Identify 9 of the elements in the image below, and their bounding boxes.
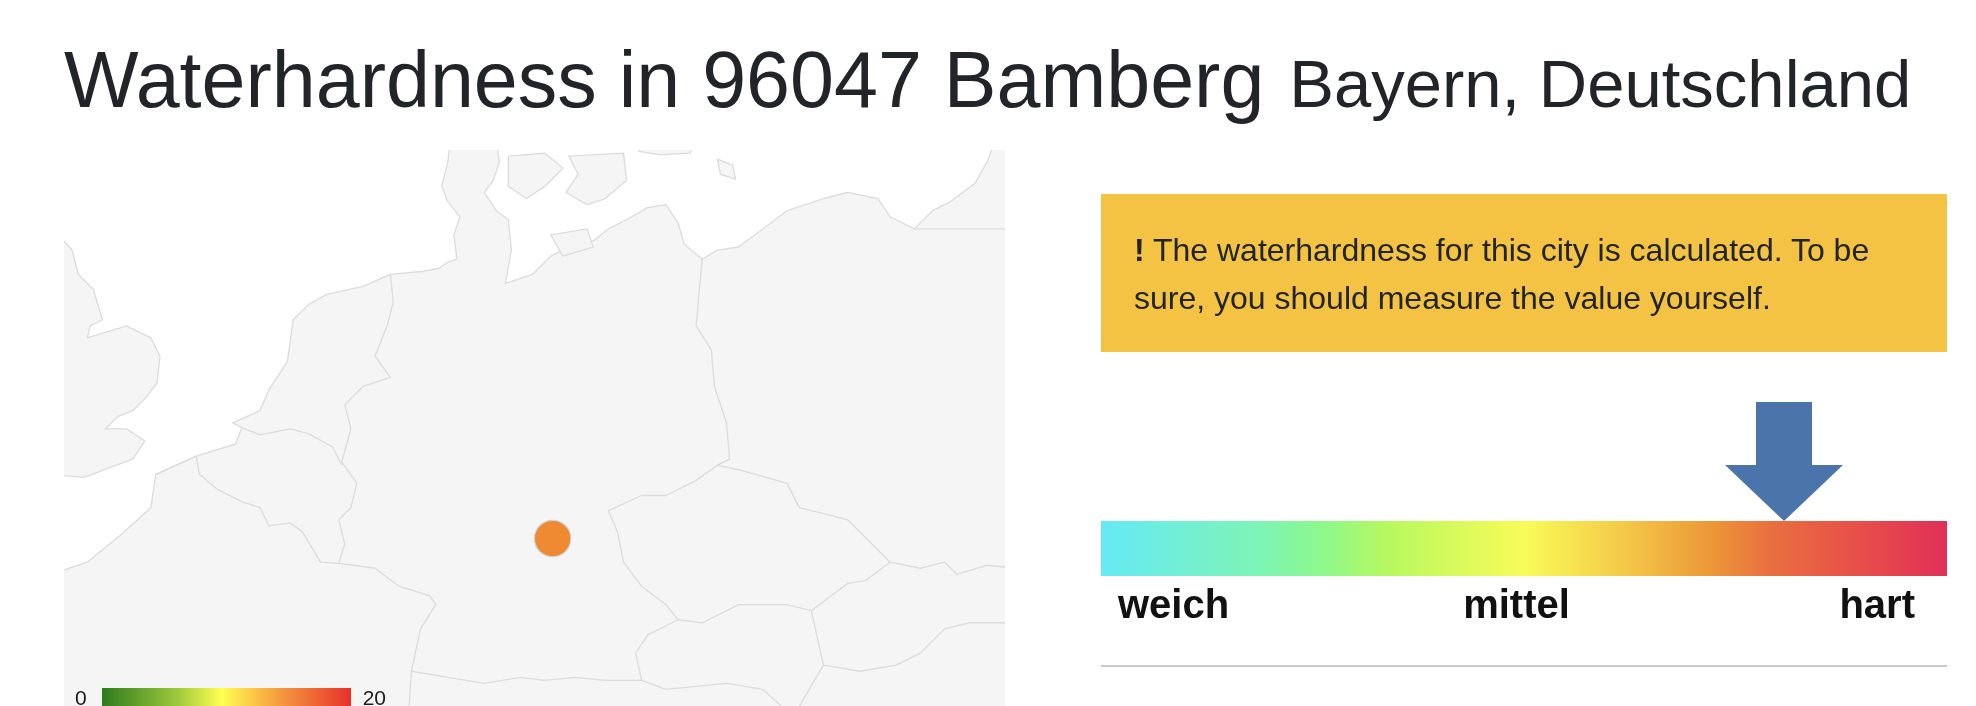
- alert-text: ! The waterhardness for this city is calculated. To be sure, you should measure the value yourself.: [1134, 231, 1871, 318]
- legend-min-value: 0: [75, 686, 87, 706]
- scale-label: weich: [1118, 581, 1230, 627]
- scale-label: hart: [1839, 581, 1915, 627]
- scale-label: mittel: [1463, 581, 1570, 627]
- location-dot-icon[interactable]: [533, 519, 572, 558]
- page-subtitle: Bayern, Deutschland: [1289, 46, 1912, 121]
- page-title: Waterhardness in 96047 Bamberg: [64, 35, 1265, 124]
- legend-max-value: 20: [362, 686, 387, 706]
